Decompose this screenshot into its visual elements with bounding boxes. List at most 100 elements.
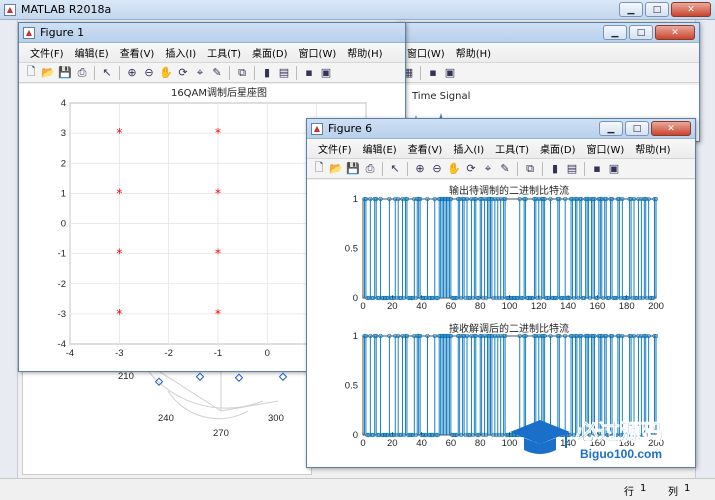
- y-tick-label: 0: [353, 430, 358, 441]
- f6-insert-colorbar-icon[interactable]: ▮: [547, 161, 563, 177]
- f6-minimize-button[interactable]: ▁: [599, 121, 623, 136]
- new-figure-icon[interactable]: 🗋: [23, 65, 39, 81]
- main-statusbar: 行 1 列 1: [0, 478, 715, 500]
- bg-figure-titlebar: ▁ □ ✕: [396, 23, 699, 43]
- f1-menu-file[interactable]: 文件(F): [25, 43, 69, 62]
- f1-menu-insert[interactable]: 插入(I): [160, 43, 201, 62]
- x-tick-label: 0: [360, 438, 365, 449]
- figure1-toolbar: 🗋 📂 💾 ⎙ ↖ ⊕ ⊖ ✋ ⟳ ⌖ ✎ ⧉ ▮ ▤ ▪ ▣: [19, 63, 405, 83]
- bg-menu-window[interactable]: 窗口(W): [402, 43, 450, 62]
- polar-label-240: 240: [158, 413, 174, 424]
- minimize-button[interactable]: ▁: [619, 2, 643, 17]
- watermark-graphic: 必过源码 Biguo100.com: [510, 420, 664, 461]
- close-button[interactable]: ✕: [671, 2, 711, 17]
- f6-data-cursor-icon[interactable]: ⌖: [480, 161, 496, 177]
- f6-edit-plot-pointer-icon[interactable]: ↖: [387, 161, 403, 177]
- y-tick-label: -3: [58, 309, 66, 320]
- f6-menu-view[interactable]: 查看(V): [403, 139, 448, 158]
- f1-menu-help[interactable]: 帮助(H): [342, 43, 387, 62]
- open-file-icon[interactable]: 📂: [40, 65, 56, 81]
- f6-menu-tools[interactable]: 工具(T): [490, 139, 534, 158]
- maximize-button[interactable]: □: [645, 2, 669, 17]
- f6-link-plot-icon[interactable]: ⧉: [522, 161, 538, 177]
- watermark-cn-text: 必过源码: [576, 420, 664, 446]
- f1-tb-sep-5: [296, 65, 297, 80]
- constellation-point: *: [116, 307, 122, 321]
- x-tick-label: 120: [531, 301, 547, 312]
- f6-menu-desktop[interactable]: 桌面(D): [535, 139, 581, 158]
- f1-menu-desktop[interactable]: 桌面(D): [247, 43, 293, 62]
- f1-menu-window[interactable]: 窗口(W): [294, 43, 342, 62]
- pan-hand-icon[interactable]: ✋: [158, 65, 174, 81]
- edit-plot-pointer-icon[interactable]: ↖: [99, 65, 115, 81]
- f6-menu-file[interactable]: 文件(F): [313, 139, 357, 158]
- constellation-point: *: [215, 126, 221, 140]
- zoom-in-icon[interactable]: ⊕: [124, 65, 140, 81]
- x-tick-label: 60: [446, 301, 457, 312]
- constellation-point: *: [215, 247, 221, 261]
- x-tick-label: 0: [360, 301, 365, 312]
- f6-brush-icon[interactable]: ✎: [497, 161, 513, 177]
- hide-plot-tools-icon[interactable]: ▪: [301, 65, 317, 81]
- f6-zoom-out-icon[interactable]: ⊖: [429, 161, 445, 177]
- f1-menu-edit[interactable]: 编辑(E): [70, 43, 114, 62]
- data-cursor-icon[interactable]: ⌖: [192, 65, 208, 81]
- insert-legend-icon[interactable]: ▤: [276, 65, 292, 81]
- f1-menu-view[interactable]: 查看(V): [115, 43, 160, 62]
- print-icon[interactable]: ⎙: [74, 65, 90, 81]
- x-tick-label: -1: [214, 348, 222, 359]
- show-plot-tools-icon[interactable]: ▣: [318, 65, 334, 81]
- bg-menu-help[interactable]: 帮助(H): [451, 43, 496, 62]
- f6-zoom-in-icon[interactable]: ⊕: [412, 161, 428, 177]
- bg-close-button[interactable]: ✕: [655, 25, 695, 40]
- f6-tb-sep-1: [382, 161, 383, 176]
- f6-show-plot-tools-icon[interactable]: ▣: [606, 161, 622, 177]
- f6-pan-hand-icon[interactable]: ✋: [446, 161, 462, 177]
- figure6-title: Figure 6: [328, 122, 373, 135]
- brush-icon[interactable]: ✎: [209, 65, 225, 81]
- constellation-point: *: [116, 126, 122, 140]
- bg-tb-icon-3[interactable]: ▣: [442, 65, 458, 81]
- main-left-strip: [0, 20, 18, 478]
- link-plot-icon[interactable]: ⧉: [234, 65, 250, 81]
- f6-open-file-icon[interactable]: 📂: [328, 161, 344, 177]
- bg-tb-icon-2[interactable]: ▪: [425, 65, 441, 81]
- x-tick-label: 80: [475, 301, 486, 312]
- f6-tb-sep-4: [542, 161, 543, 176]
- f6-print-icon[interactable]: ⎙: [362, 161, 378, 177]
- zoom-out-icon[interactable]: ⊖: [141, 65, 157, 81]
- f6-maximize-button[interactable]: □: [625, 121, 649, 136]
- f1-tb-sep-1: [94, 65, 95, 80]
- f6-tb-sep-5: [584, 161, 585, 176]
- f1-menu-tools[interactable]: 工具(T): [202, 43, 246, 62]
- f6-menu-window[interactable]: 窗口(W): [582, 139, 630, 158]
- x-tick-label: 0: [265, 348, 270, 359]
- bitstream-tx-axes: 0 20 40 60 80 100 120 140 160 180 200 1 0.5 0: [345, 194, 664, 312]
- y-tick-label: 3: [61, 128, 66, 139]
- f6-insert-legend-icon[interactable]: ▤: [564, 161, 580, 177]
- f6-close-button[interactable]: ✕: [651, 121, 691, 136]
- bg-minimize-button[interactable]: ▁: [603, 25, 627, 40]
- polar-label-210: 210: [118, 371, 134, 382]
- f6-new-figure-icon[interactable]: 🗋: [311, 161, 327, 177]
- watermark-en-text: Biguo100.com: [580, 447, 662, 461]
- x-tick-label: 20: [387, 301, 398, 312]
- bg-figure-menubar: 窗口(W) 帮助(H): [396, 43, 699, 63]
- f6-menu-help[interactable]: 帮助(H): [630, 139, 675, 158]
- x-tick-label: 40: [416, 438, 427, 449]
- biguo-watermark: 必过源码 Biguo100.com: [506, 410, 701, 466]
- figure6-app-icon: ▲: [311, 122, 323, 135]
- bg-maximize-button[interactable]: □: [629, 25, 653, 40]
- polar-label-270: 270: [213, 428, 229, 439]
- f6-hide-plot-tools-icon[interactable]: ▪: [589, 161, 605, 177]
- y-tick-label: 2: [61, 158, 66, 169]
- insert-colorbar-icon[interactable]: ▮: [259, 65, 275, 81]
- grad-cap-icon: [510, 420, 570, 444]
- status-row-value: 1: [640, 483, 647, 494]
- rotate-3d-icon[interactable]: ⟳: [175, 65, 191, 81]
- f6-rotate-3d-icon[interactable]: ⟳: [463, 161, 479, 177]
- f6-menu-insert[interactable]: 插入(I): [448, 139, 489, 158]
- f6-save-icon[interactable]: 💾: [345, 161, 361, 177]
- save-icon[interactable]: 💾: [57, 65, 73, 81]
- f6-menu-edit[interactable]: 编辑(E): [358, 139, 402, 158]
